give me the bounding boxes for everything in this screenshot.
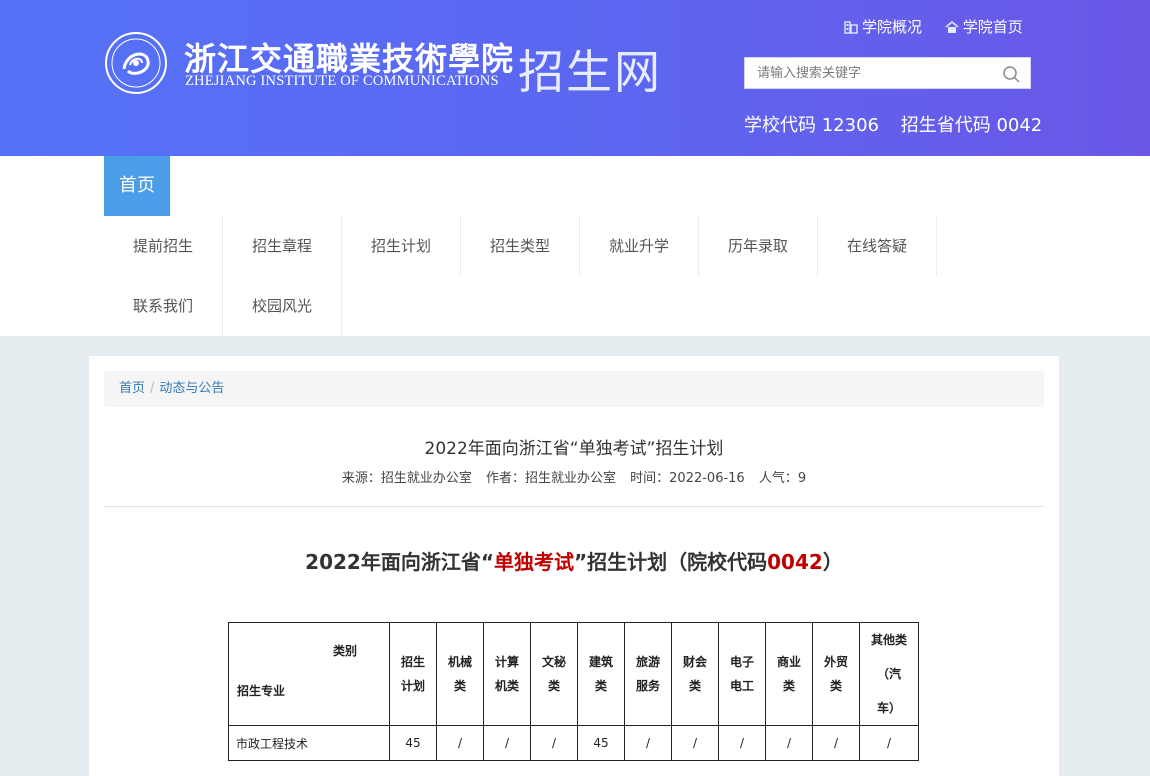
column-header-line: 机械 — [447, 655, 472, 669]
heading-highlight: 单独考试 — [493, 550, 574, 574]
table-cell: 45 — [577, 725, 625, 761]
column-header-line: 类 — [782, 679, 795, 693]
column-header-line: 文秘 — [541, 655, 566, 669]
column-header-line: 其他类 — [870, 633, 907, 647]
institution-codes: 学校代码 12306 招生省代码 0042 — [744, 111, 1058, 137]
table-cell-major: 市政工程技术 — [228, 725, 390, 761]
corner-major-label: 招生专业 — [237, 684, 286, 698]
column-header: 文秘类 — [530, 622, 578, 726]
breadcrumb-home[interactable]: 首页 — [119, 381, 145, 396]
home-icon — [945, 21, 959, 33]
heading-part-2: ”招生计划（院校代码 — [573, 550, 768, 574]
college-logo[interactable]: 浙江交通職業技術學院 ZHEJIANG INSTITUTE OF COMMUNI… — [104, 30, 664, 100]
column-header-line: （汽 — [876, 667, 901, 681]
heading-part-3: ） — [822, 550, 843, 574]
column-header-line: 车） — [876, 701, 901, 715]
column-header-line: 类 — [594, 679, 607, 693]
column-header: 招生 计划 — [389, 622, 437, 726]
nav-item-early-admission[interactable]: 提前招生 — [104, 216, 223, 276]
nav-item-admission-plan[interactable]: 招生计划 — [342, 216, 461, 276]
article-source: 来源：招生就业办公室 — [341, 471, 472, 486]
college-home-link[interactable]: 学院首页 — [945, 18, 1023, 36]
article-views: 人气：9 — [758, 471, 807, 486]
content-heading: 2022年面向浙江省“单独考试”招生计划（院校代码0042） — [89, 546, 1059, 575]
table-cell: / — [812, 725, 860, 761]
column-header-line: 财会 — [682, 655, 707, 669]
building-icon — [844, 21, 858, 34]
table-cell: / — [718, 725, 766, 761]
province-code: 招生省代码 0042 — [900, 115, 1043, 136]
column-header-line: 计算 — [494, 655, 519, 669]
column-header-line: 计划 — [400, 679, 425, 693]
table-cell: / — [765, 725, 813, 761]
college-home-label: 学院首页 — [962, 18, 1023, 36]
top-links: 学院概况 学院首页 — [844, 16, 1041, 37]
table-header-row: 类别 招生专业 招生计划 机械类 计算机类 文秘类 建筑类 旅游服务 财会类 电… — [228, 622, 919, 726]
article-title: 2022年面向浙江省“单独考试”招生计划 — [424, 439, 724, 459]
column-header-line: 招生 — [400, 655, 425, 669]
nav-item-contact[interactable]: 联系我们 — [104, 276, 223, 336]
breadcrumb: 首页 / 动态与公告 — [104, 371, 1044, 407]
heading-code: 0042 — [767, 550, 823, 574]
table-cell: / — [436, 725, 484, 761]
site-header: 浙江交通職業技術學院 ZHEJIANG INSTITUTE OF COMMUNI… — [0, 0, 1150, 156]
college-overview-link[interactable]: 学院概况 — [844, 18, 927, 36]
nav-item-campus-scenery[interactable]: 校园风光 — [223, 276, 342, 336]
table-row: 市政工程技术 45 / / / 45 / / / / / / — [228, 725, 919, 761]
search-box — [744, 57, 1031, 89]
column-header-line: 类 — [829, 679, 842, 693]
school-code: 学校代码 12306 — [744, 115, 879, 136]
article-card: 首页 / 动态与公告 2022年面向浙江省“单独考试”招生计划 来源：招生就业办公室… — [89, 356, 1059, 776]
column-header: 电子 电工 — [718, 622, 766, 726]
column-header-line: 外贸 — [823, 655, 848, 669]
breadcrumb-news[interactable]: 动态与公告 — [159, 381, 224, 396]
table-cell: / — [859, 725, 919, 761]
column-header-line: 类 — [688, 679, 701, 693]
column-header-line: 电子 — [729, 655, 754, 669]
column-header: 计算 机类 — [483, 622, 531, 726]
table-cell: 45 — [389, 725, 437, 761]
article-author: 作者：招生就业办公室 — [486, 471, 617, 486]
main-nav: 首页 提前招生 招生章程 招生计划 招生类型 就业升学 历年录取 在线答疑 联系… — [0, 156, 1150, 336]
logo-english-name: ZHEJIANG INSTITUTE OF COMMUNICATIONS — [185, 73, 499, 89]
table-cell: / — [624, 725, 672, 761]
table-cell: / — [671, 725, 719, 761]
search-icon[interactable] — [1002, 65, 1020, 83]
column-header-line: 建筑 — [588, 655, 613, 669]
table-cell: / — [530, 725, 578, 761]
nav-item-online-qa[interactable]: 在线答疑 — [818, 216, 937, 276]
column-header: 机械类 — [436, 622, 484, 726]
column-header-line: 机类 — [494, 679, 519, 693]
column-header-line: 服务 — [635, 679, 660, 693]
table-corner-cell: 类别 招生专业 — [228, 622, 390, 726]
column-header: 外贸类 — [812, 622, 860, 726]
college-seal-icon — [105, 32, 167, 94]
column-header: 建筑类 — [577, 622, 625, 726]
corner-category-label: 类别 — [332, 644, 357, 658]
column-header-line: 电工 — [729, 679, 754, 693]
column-header: 商业类 — [765, 622, 813, 726]
column-header: 财会类 — [671, 622, 719, 726]
nav-home[interactable]: 首页 — [104, 156, 170, 216]
heading-part-1: 2022年面向浙江省“ — [305, 550, 494, 574]
nav-item-past-admissions[interactable]: 历年录取 — [699, 216, 818, 276]
search-input[interactable] — [745, 58, 1009, 88]
nav-item-employment[interactable]: 就业升学 — [580, 216, 699, 276]
article-meta: 来源：招生就业办公室 作者：招生就业办公室 时间：2022-06-16 人气：9 — [89, 467, 1059, 486]
column-header-line: 旅游 — [635, 655, 660, 669]
breadcrumb-separator: / — [150, 381, 155, 396]
site-name: 招生网 — [518, 45, 662, 99]
nav-item-admission-rules[interactable]: 招生章程 — [223, 216, 342, 276]
table-cell: / — [483, 725, 531, 761]
admission-plan-table: 类别 招生专业 招生计划 机械类 计算机类 文秘类 建筑类 旅游服务 财会类 电… — [228, 622, 919, 761]
column-header-line: 类 — [547, 679, 560, 693]
column-header-line: 类 — [453, 679, 466, 693]
divider — [104, 506, 1044, 507]
article-time: 时间：2022-06-16 — [630, 471, 745, 486]
column-header: 旅游 服务 — [624, 622, 672, 726]
college-overview-label: 学院概况 — [862, 18, 923, 36]
column-header-line: 商业 — [776, 655, 801, 669]
column-header: 其他类 （汽车） — [859, 622, 919, 726]
nav-item-admission-types[interactable]: 招生类型 — [461, 216, 580, 276]
